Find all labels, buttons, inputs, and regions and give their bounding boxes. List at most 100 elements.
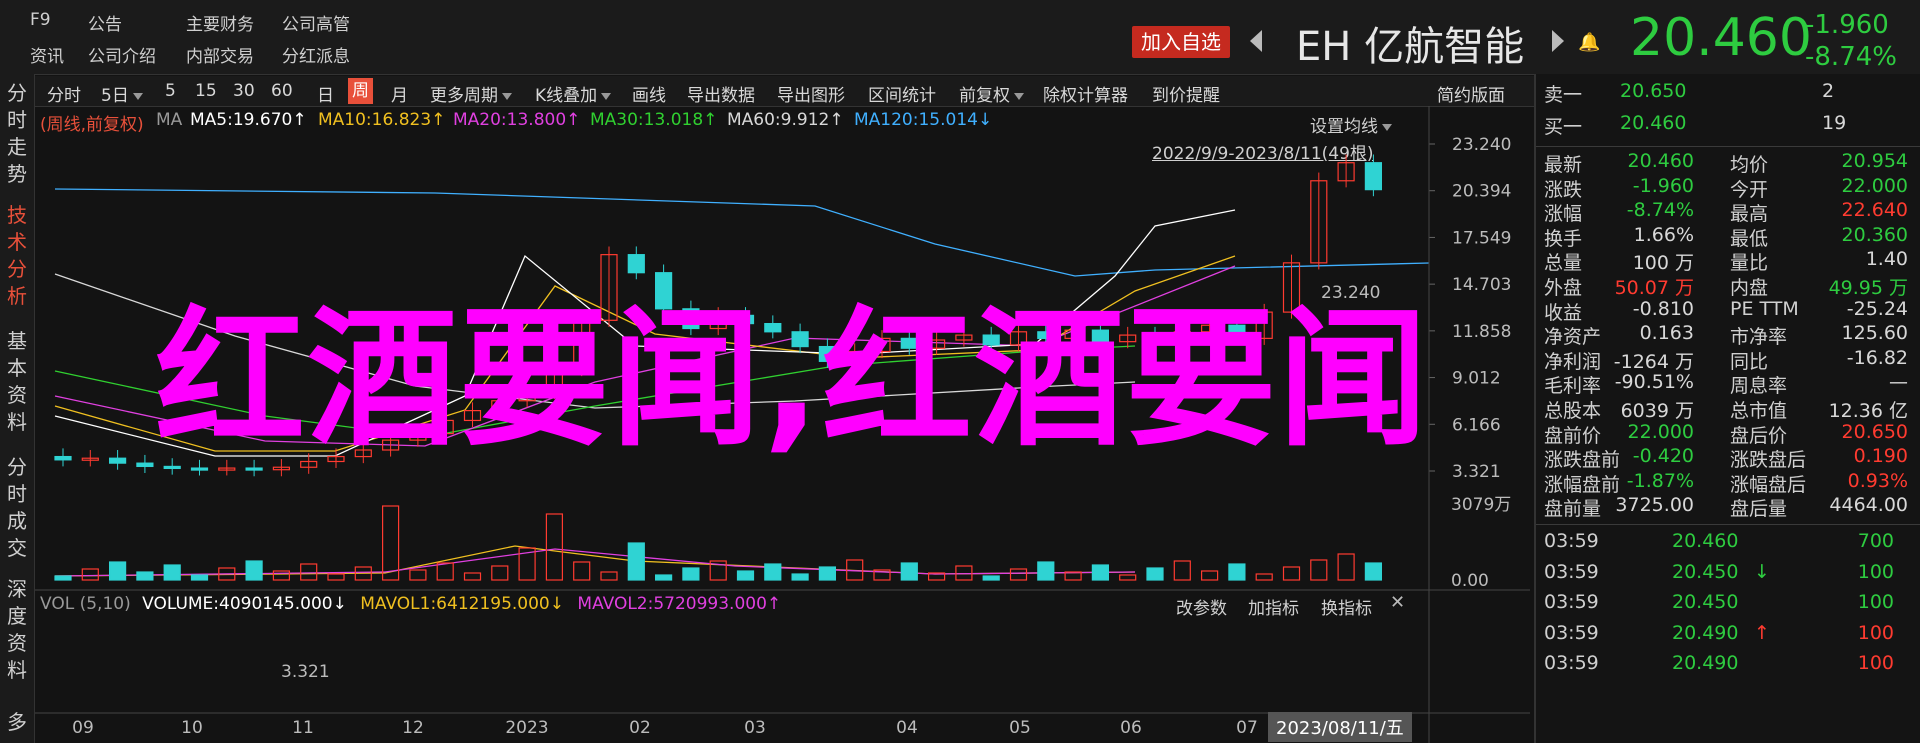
ex-rights-calculator[interactable]: 除权计算器 xyxy=(1043,81,1128,106)
nav-insider-trades[interactable]: 内部交易 xyxy=(186,42,254,67)
nav-announcement[interactable]: 公告 xyxy=(88,10,122,35)
quote-value: 20.460 xyxy=(1627,150,1694,172)
tab-basic-info[interactable]: 基本资料 xyxy=(4,328,30,436)
stock-title: EH 亿航智能 xyxy=(1296,14,1524,72)
quote-value: -1.960 xyxy=(1632,174,1694,197)
period-5day[interactable]: 5日 xyxy=(101,81,143,106)
price-tick-label: 17.549 xyxy=(1452,228,1511,248)
tab-more[interactable]: 多 xyxy=(4,709,30,736)
volume-bar xyxy=(436,562,454,581)
volume-tick-label: 0.00 xyxy=(1451,571,1489,591)
quote-label: 总股本 xyxy=(1544,400,1602,422)
nav-financials[interactable]: 主要财务 xyxy=(186,10,254,35)
quote-value: -1.87% xyxy=(1626,469,1694,492)
nav-executives[interactable]: 公司高管 xyxy=(282,10,350,35)
x-tick-label: 05 xyxy=(1009,718,1031,738)
volume-bar xyxy=(654,574,673,581)
price-alert[interactable]: 到价提醒 xyxy=(1152,81,1220,106)
quote-label: 量比 xyxy=(1730,252,1769,275)
tab-deep-info[interactable]: 深度资料 xyxy=(4,576,30,684)
nav-dividends[interactable]: 分红派息 xyxy=(282,42,350,67)
chevron-down-icon xyxy=(132,92,143,100)
quote-label: 涨幅盘后 xyxy=(1730,473,1807,496)
quote-label: 最低 xyxy=(1730,227,1769,250)
chevron-down-icon xyxy=(502,92,512,100)
export-data[interactable]: 导出数据 xyxy=(687,81,755,106)
quote-label: 涨跌 xyxy=(1544,178,1583,201)
volume-bar xyxy=(163,564,181,581)
tick-price: 20.450 xyxy=(1672,560,1739,583)
volume-bar xyxy=(545,513,563,581)
nav-f9[interactable]: F9 xyxy=(30,10,51,30)
tick-direction: ↑ xyxy=(1754,621,1770,644)
forward-adjust[interactable]: 前复权 xyxy=(959,81,1024,106)
price-tick-label: 11.858 xyxy=(1452,322,1511,342)
prev-stock-icon[interactable] xyxy=(1250,30,1262,52)
quote-label: 最高 xyxy=(1730,203,1769,226)
quote-value: 12.36 亿 xyxy=(1828,400,1908,422)
volume-bar xyxy=(682,567,700,581)
add-to-watchlist-button[interactable]: 加入自选 xyxy=(1132,26,1230,58)
volume-bar xyxy=(491,565,509,581)
divider xyxy=(1536,146,1920,147)
period-30min[interactable]: 30 xyxy=(233,81,255,101)
draw-line[interactable]: 画线 xyxy=(632,81,666,106)
quote-label: 盘前量 xyxy=(1544,498,1602,521)
left-tab-bar: 分时走势 技术分析 基本资料 分时成交 深度资料 多 xyxy=(0,74,35,743)
candle-body xyxy=(108,457,127,464)
period-5min[interactable]: 5 xyxy=(165,81,176,101)
quote-label: 周息率 xyxy=(1730,375,1788,398)
period-month[interactable]: 月 xyxy=(391,81,408,106)
add-indicator-button[interactable]: 加指标 xyxy=(1248,594,1299,619)
volume-bar xyxy=(982,575,1000,581)
volume-bar xyxy=(1282,566,1301,581)
quote-value: 20.650 xyxy=(1841,420,1908,443)
quote-value: -25.24 xyxy=(1846,297,1908,320)
vol-value: VOLUME:4090145.000↓ xyxy=(142,594,347,614)
volume-bar xyxy=(1255,573,1273,581)
simple-layout[interactable]: 简约版面 xyxy=(1437,81,1505,106)
period-5day-label: 5日 xyxy=(101,86,129,106)
tab-intraday[interactable]: 分时走势 xyxy=(4,80,30,188)
volume-bar xyxy=(1119,574,1137,581)
edit-params-button[interactable]: 改参数 xyxy=(1176,594,1227,619)
quote-label: 收益 xyxy=(1544,301,1583,324)
export-image[interactable]: 导出图形 xyxy=(777,81,845,106)
quote-label: 总市值 xyxy=(1730,400,1788,422)
x-tick-label: 02 xyxy=(629,718,651,738)
tick-volume: 700 xyxy=(1857,530,1894,552)
close-icon[interactable]: ✕ xyxy=(1390,592,1405,613)
quote-value: 0.163 xyxy=(1639,322,1694,345)
tick-time: 03:59 xyxy=(1544,530,1599,552)
range-stats[interactable]: 区间统计 xyxy=(868,81,936,106)
period-day[interactable]: 日 xyxy=(317,81,334,106)
period-week[interactable]: 周 xyxy=(348,78,373,104)
bell-icon[interactable]: 🔔 xyxy=(1578,32,1600,53)
next-stock-icon[interactable] xyxy=(1552,30,1564,52)
quote-value: 1.40 xyxy=(1865,248,1908,271)
volume-bar xyxy=(1200,570,1219,581)
price-axis: 23.240 20.394 17.549 14.703 11.858 9.012 6.166… xyxy=(1429,135,1511,482)
volume-bar xyxy=(54,575,72,581)
quote-label: 外盘 xyxy=(1544,277,1583,299)
nav-news[interactable]: 资讯 xyxy=(30,42,64,67)
switch-indicator-button[interactable]: 换指标 xyxy=(1321,594,1372,619)
candle-body xyxy=(136,462,154,468)
tab-technical[interactable]: 技术分析 xyxy=(4,202,30,310)
tab-ticks[interactable]: 分时成交 xyxy=(4,454,30,562)
period-15min[interactable]: 15 xyxy=(195,81,217,101)
price-tick-label: 9.012 xyxy=(1452,369,1501,389)
nav-company-intro[interactable]: 公司介绍 xyxy=(88,42,156,67)
tick-volume: 100 xyxy=(1857,591,1894,613)
x-axis: 09 10 11 12 2023 02 03 04 05 06 07 xyxy=(72,718,1258,738)
volume-bar xyxy=(136,571,154,581)
volume-bar xyxy=(627,542,645,581)
period-60min[interactable]: 60 xyxy=(271,81,293,101)
kline-overlay[interactable]: K线叠加 xyxy=(535,81,612,106)
volume-bar xyxy=(791,573,809,581)
more-periods[interactable]: 更多周期 xyxy=(430,81,512,106)
quote-label: 盘后量 xyxy=(1730,498,1788,521)
period-intraday[interactable]: 分时 xyxy=(47,81,81,106)
quote-label: 市净率 xyxy=(1730,326,1788,349)
divider xyxy=(1536,524,1920,525)
